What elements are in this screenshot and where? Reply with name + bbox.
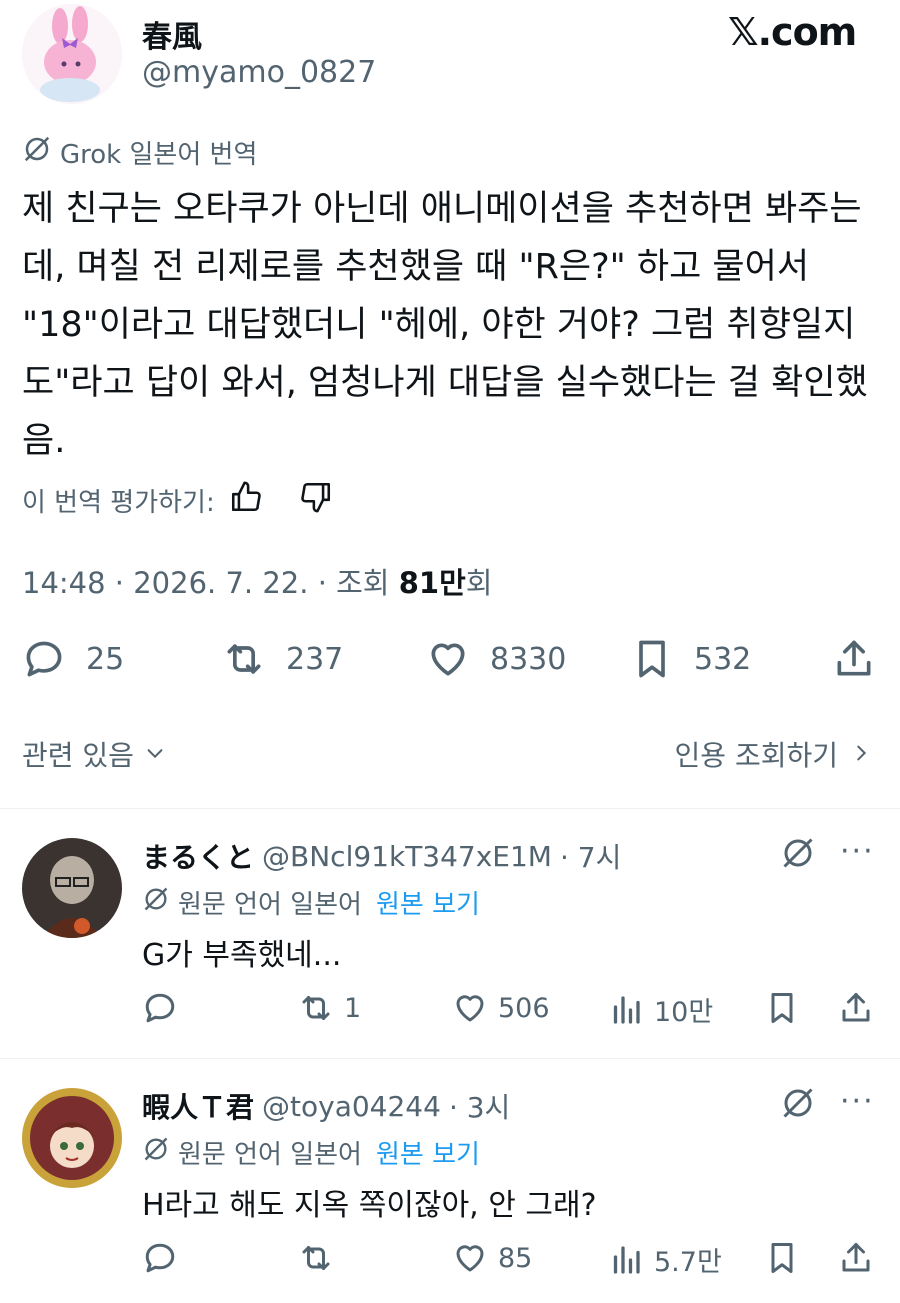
reply-header: 暇人Ｔ君 @toya04244 · 3시 xyxy=(142,1086,510,1126)
reply-time: · 3시 xyxy=(448,1091,511,1124)
reply-icon xyxy=(145,1243,175,1273)
retweet-button[interactable] xyxy=(298,1240,344,1276)
reply-text: H라고 해도 지옥 쪽이잖아, 안 그래? xyxy=(142,1188,597,1223)
share-button[interactable] xyxy=(838,990,874,1026)
reply-author-handle[interactable]: @BNcl91kT347xE1M xyxy=(262,840,552,873)
share-icon xyxy=(842,993,870,1022)
tweet-text: 제 친구는 오타쿠가 아닌데 애니메이션을 추천하면 봐주는데, 며칠 전 리제… xyxy=(22,189,868,461)
x-logo: 𝕏.com xyxy=(728,10,857,54)
grok-icon xyxy=(22,134,52,171)
view-quotes-link[interactable]: 인용 조회하기 xyxy=(675,734,872,774)
bookmark-icon xyxy=(771,993,793,1023)
reply-button[interactable]: 25 xyxy=(22,637,124,681)
chevron-down-icon xyxy=(144,738,166,771)
bookmark-icon xyxy=(771,1243,793,1273)
analytics-icon xyxy=(613,995,640,1024)
rate-translation: 이 번역 평가하기: xyxy=(22,480,333,521)
author-handle[interactable]: @myamo_0827 xyxy=(142,55,376,90)
retweet-icon xyxy=(302,1246,330,1270)
heart-icon xyxy=(456,995,484,1022)
author-name[interactable]: 春風 xyxy=(142,12,202,56)
share-button[interactable] xyxy=(838,1240,874,1276)
reply-icon xyxy=(26,641,62,677)
divider xyxy=(0,808,900,809)
grok-icon[interactable] xyxy=(780,1085,816,1125)
view-original-link[interactable]: 원본 보기 xyxy=(376,884,480,921)
reply-author-name[interactable]: まるくと xyxy=(142,836,254,876)
reply-time: · 7시 xyxy=(559,841,622,874)
reply-button[interactable] xyxy=(142,990,178,1026)
reply-language: 원문 언어 일본어 원본 보기 xyxy=(142,1134,480,1171)
reply-language: 원문 언어 일본어 원본 보기 xyxy=(142,884,480,921)
related-dropdown[interactable]: 관련 있음 xyxy=(22,734,166,774)
reply-icon xyxy=(145,993,175,1023)
share-button[interactable] xyxy=(832,637,876,681)
analytics-icon xyxy=(613,1245,640,1274)
heart-icon xyxy=(456,1245,484,1272)
more-options-icon[interactable]: ··· xyxy=(840,834,875,869)
share-icon xyxy=(837,640,871,676)
retweet-icon xyxy=(302,996,330,1020)
like-button[interactable]: 506 xyxy=(452,990,550,1026)
chevron-right-icon xyxy=(850,738,872,771)
retweet-button[interactable]: 1 xyxy=(298,990,361,1026)
like-button[interactable]: 85 xyxy=(452,1240,532,1276)
more-options-icon[interactable]: ··· xyxy=(840,1084,875,1119)
bookmark-button[interactable] xyxy=(764,1240,800,1276)
reply-author-name[interactable]: 暇人Ｔ君 xyxy=(142,1086,254,1126)
grok-icon xyxy=(142,885,170,920)
reply-button[interactable] xyxy=(142,1240,178,1276)
reply-text: G가 부족했네... xyxy=(142,938,342,973)
grok-icon xyxy=(142,1135,170,1170)
grok-translation-label: Grok 일본어 번역 xyxy=(22,134,257,171)
reply-avatar[interactable] xyxy=(22,1088,122,1188)
thumbs-up-icon[interactable] xyxy=(229,480,263,521)
view-count: 81만 xyxy=(398,566,466,600)
retweet-icon xyxy=(227,644,261,674)
grok-icon[interactable] xyxy=(780,835,816,875)
bookmark-button[interactable]: 532 xyxy=(630,637,751,681)
views-button[interactable]: 5.7만 xyxy=(608,1240,722,1279)
reply-header: まるくと @BNcl91kT347xE1M · 7시 xyxy=(142,836,621,876)
reply-author-handle[interactable]: @toya04244 xyxy=(262,1090,441,1123)
bookmark-button[interactable] xyxy=(764,990,800,1026)
like-button[interactable]: 8330 xyxy=(426,637,566,681)
view-original-link[interactable]: 원본 보기 xyxy=(376,1134,480,1171)
author-avatar[interactable] xyxy=(22,4,122,104)
reply-avatar[interactable] xyxy=(22,838,122,938)
share-icon xyxy=(842,1243,870,1272)
bookmark-icon xyxy=(639,640,665,678)
thumbs-down-icon[interactable] xyxy=(299,480,333,521)
divider xyxy=(0,1058,900,1059)
views-button[interactable]: 10만 xyxy=(608,990,713,1029)
heart-icon xyxy=(431,643,465,676)
retweet-button[interactable]: 237 xyxy=(222,637,343,681)
tweet-meta: 14:48 · 2026. 7. 22. · 조회 81만회 xyxy=(22,566,493,600)
